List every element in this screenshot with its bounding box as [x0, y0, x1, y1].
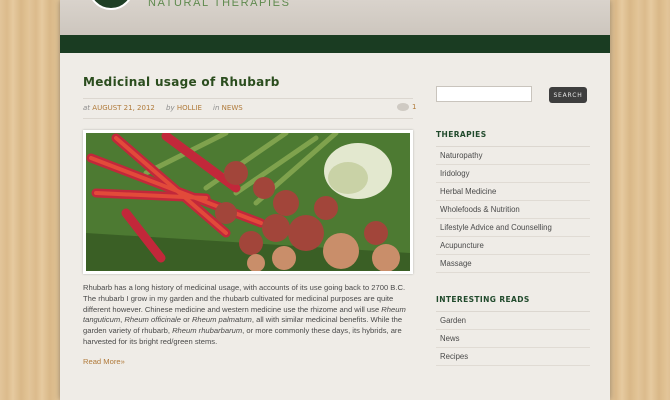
meta-in-label: in [213, 104, 220, 112]
post-image-frame[interactable] [83, 130, 413, 274]
post-author-link[interactable]: HOLLIE [177, 104, 202, 112]
therapy-link-acupuncture[interactable]: Acupuncture [436, 237, 590, 255]
post-excerpt: Rhubarb has a long history of medicinal … [83, 283, 415, 348]
site-logo-text[interactable]: NATURAL THERAPIES [148, 0, 291, 9]
interesting-reads-list: Garden News Recipes [436, 312, 590, 366]
therapy-link-lifestyle-advice[interactable]: Lifestyle Advice and Counselling [436, 219, 590, 237]
rhubarb-vegetables-image[interactable] [86, 133, 410, 271]
post-date-link[interactable]: AUGUST 21, 2012 [92, 104, 155, 112]
comment-bubble-icon [397, 103, 409, 111]
rhubarb-vegetables-illustration [86, 133, 410, 271]
divider [83, 118, 413, 119]
interesting-reads-heading: INTERESTING READS [436, 295, 530, 304]
excerpt-species: Rheum rhubarbarum [172, 326, 243, 336]
leaf-logo-icon[interactable] [88, 0, 134, 10]
therapies-heading: THERAPIES [436, 130, 487, 139]
therapies-list: Naturopathy Iridology Herbal Medicine Wh… [436, 147, 590, 273]
reads-link-recipes[interactable]: Recipes [436, 348, 590, 366]
excerpt-species: Rheum palmatum [191, 315, 252, 325]
page-container: NATURAL THERAPIES Medicinal usage of Rhu… [60, 0, 610, 400]
excerpt-text: or [180, 315, 192, 325]
site-header: NATURAL THERAPIES [60, 0, 610, 35]
search-button[interactable]: SEARCH [549, 87, 587, 103]
therapy-link-wholefoods-nutrition[interactable]: Wholefoods & Nutrition [436, 201, 590, 219]
meta-at-label: at [83, 104, 91, 112]
therapy-link-naturopathy[interactable]: Naturopathy [436, 147, 590, 165]
therapy-link-iridology[interactable]: Iridology [436, 165, 590, 183]
reads-link-garden[interactable]: Garden [436, 312, 590, 330]
excerpt-text: Rhubarb has a long history of medicinal … [83, 283, 406, 314]
comment-count: 1 [412, 103, 417, 111]
navigation-bar [60, 35, 610, 53]
reads-link-news[interactable]: News [436, 330, 590, 348]
post-category-link[interactable]: NEWS [222, 104, 243, 112]
post-title[interactable]: Medicinal usage of Rhubarb [83, 75, 280, 89]
excerpt-species: Rheum officinale [124, 315, 181, 325]
therapy-link-herbal-medicine[interactable]: Herbal Medicine [436, 183, 590, 201]
comments-link[interactable]: 1 [397, 103, 416, 111]
divider [83, 98, 413, 99]
meta-by-label: by [166, 104, 175, 112]
read-more-link[interactable]: Read More» [83, 357, 125, 366]
search-input[interactable] [436, 86, 532, 102]
post-meta: at AUGUST 21, 2012 by HOLLIE in NEWS [83, 104, 243, 112]
therapy-link-massage[interactable]: Massage [436, 255, 590, 273]
